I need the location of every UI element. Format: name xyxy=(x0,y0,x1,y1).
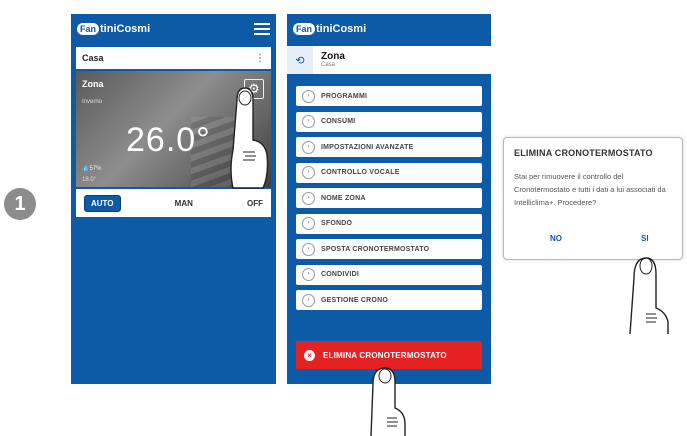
phone-screen-zone-settings: Fan tiniCosmi ⟲ Zona Casa › PROGRAMMI › CON… xyxy=(287,14,491,384)
close-circle-icon: × xyxy=(304,349,315,361)
app-header: Fan tiniCosmi xyxy=(287,14,491,44)
home-selector[interactable]: Casa ⋮ xyxy=(76,47,271,69)
mode-off-button[interactable]: OFF xyxy=(247,199,263,208)
chevron-down-icon: › xyxy=(302,242,315,256)
mode-selector: AUTO MAN OFF xyxy=(76,189,271,217)
app-header: Fan tiniCosmi xyxy=(71,14,276,44)
chevron-down-icon: › xyxy=(302,293,315,307)
menu-item-gestione-crono[interactable]: › GESTIONE CRONO xyxy=(296,290,482,310)
zone-header: ⟲ Zona Casa xyxy=(287,46,491,74)
zone-temperature: 26.0° xyxy=(126,121,211,159)
zone-subtitle: Casa xyxy=(321,62,336,69)
menu-item-programmi[interactable]: › PROGRAMMI xyxy=(296,86,482,106)
brand-logo: Fan tiniCosmi xyxy=(77,23,150,35)
zone-name: Zona xyxy=(82,79,104,89)
humidity-value: 💧57% xyxy=(82,166,102,172)
mode-auto-button[interactable]: AUTO xyxy=(84,194,121,212)
menu-item-condividi[interactable]: › CONDIVIDI xyxy=(296,264,482,285)
brand-logo: Fan tiniCosmi xyxy=(293,23,366,35)
chevron-down-icon: › xyxy=(302,140,315,154)
menu-item-sposta-cronotermostato[interactable]: › SPOSTA CRONOTERMOSTATO xyxy=(296,239,482,259)
dialog-title: ELIMINA CRONOTERMOSTATO xyxy=(514,148,653,158)
chevron-down-icon: › xyxy=(302,268,315,281)
menu-item-controllo-vocale[interactable]: › CONTROLLO VOCALE xyxy=(296,162,482,183)
chevron-right-icon: › xyxy=(302,89,315,103)
mode-man-button[interactable]: MAN xyxy=(175,199,193,208)
pointer-hand-icon xyxy=(370,367,406,436)
menu-icon[interactable] xyxy=(254,23,270,35)
settings-menu: › PROGRAMMI › CONSUMI › IMPOSTAZIONI AVANZA… xyxy=(296,86,482,316)
dialog-message: Stai per rimuovere il controllo del Cron… xyxy=(514,172,666,207)
menu-item-sfondo[interactable]: › SFONDO xyxy=(296,213,482,234)
pointer-hand-icon xyxy=(629,257,669,334)
pointer-hand-icon xyxy=(230,87,269,189)
chevron-down-icon: › xyxy=(302,191,315,205)
home-name: Casa xyxy=(82,53,104,63)
back-icon[interactable]: ⟲ xyxy=(287,46,313,74)
step-number-badge: 1 xyxy=(4,188,36,220)
zone-season: Inverno xyxy=(82,99,103,105)
menu-item-consumi[interactable]: › CONSUMI xyxy=(296,111,482,132)
menu-item-impostazioni-avanzate[interactable]: › IMPOSTAZIONI AVANZATE xyxy=(296,137,482,157)
zone-title: Zona xyxy=(321,51,345,63)
chevron-down-icon: › xyxy=(302,217,315,230)
menu-item-nome-zona[interactable]: › NOME ZONA xyxy=(296,188,482,208)
more-options-icon[interactable]: ⋮ xyxy=(255,53,265,64)
external-temperature: 18.0° xyxy=(82,177,97,183)
chevron-down-icon: › xyxy=(302,115,315,128)
phone-screen-home: Fan tiniCosmi Casa ⋮ Zona Inverno 26.0° 💧… xyxy=(71,14,276,384)
dialog-no-button[interactable]: NO xyxy=(550,234,562,243)
chevron-down-icon: › xyxy=(302,166,315,179)
